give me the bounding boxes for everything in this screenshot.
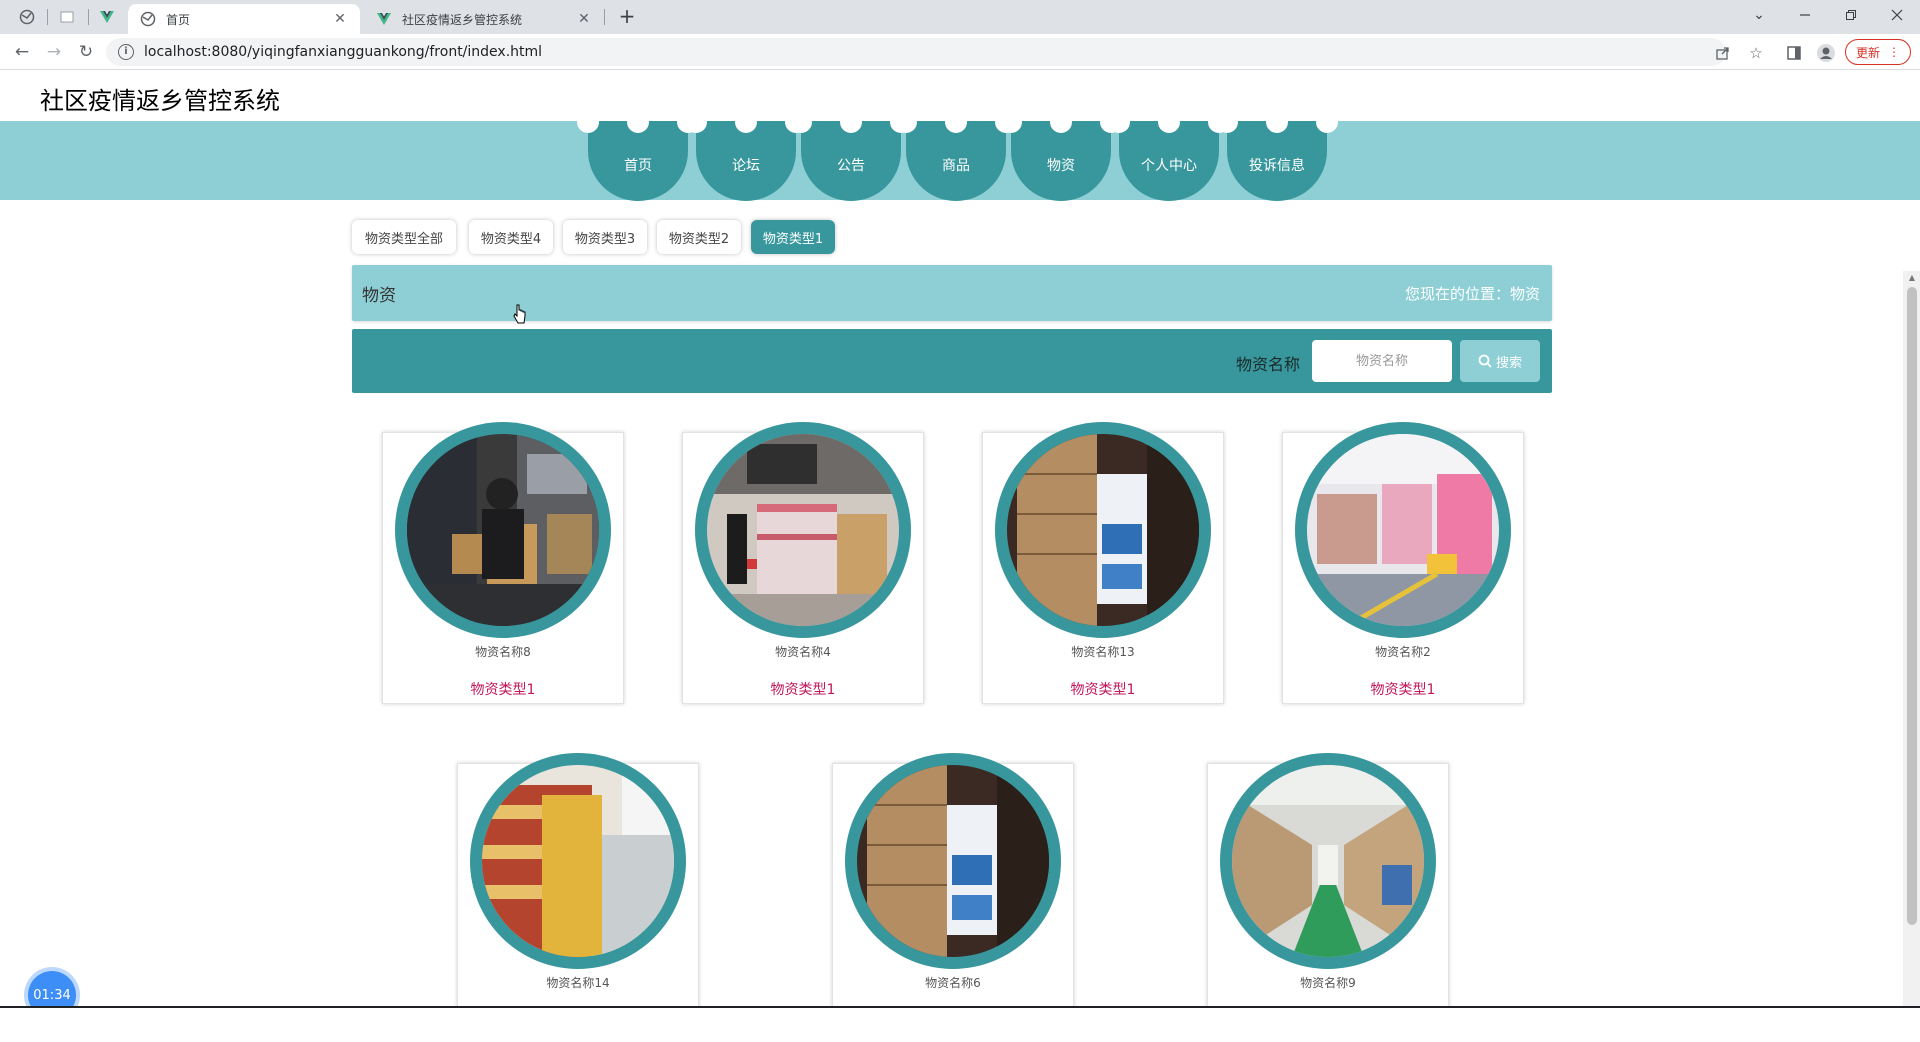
search-button-label: 搜索 xyxy=(1495,355,1522,371)
nav-label: 投诉信息 xyxy=(1249,158,1305,174)
forward-arrow-icon[interactable]: → xyxy=(42,40,66,64)
nav-label: 论坛 xyxy=(732,158,760,174)
supply-card[interactable]: 物资名称13 物资类型1 xyxy=(982,422,1224,704)
back-arrow-icon[interactable]: ← xyxy=(10,40,34,64)
tab-close-icon[interactable]: ✕ xyxy=(576,11,592,27)
supply-photo-warehouse-aisle xyxy=(1232,765,1424,957)
photo-ring xyxy=(1220,753,1436,969)
nav-label: 公告 xyxy=(837,158,865,174)
filter-type-1[interactable]: 物资类型1 xyxy=(751,220,835,254)
supply-name: 物资名称2 xyxy=(1375,645,1431,659)
address-bar[interactable]: i localhost:8080/yiqingfanxiangguankong/… xyxy=(106,38,1726,66)
current-position: 您现在的位置：物资 xyxy=(1404,285,1540,303)
reload-icon[interactable]: ↻ xyxy=(74,40,98,64)
photo-ring xyxy=(845,753,1061,969)
photo-ring xyxy=(395,422,611,638)
supply-name: 物资名称4 xyxy=(775,645,831,659)
filter-all[interactable]: 物资类型全部 xyxy=(352,220,456,254)
site-title: 社区疫情返乡管控系统 xyxy=(40,87,280,115)
breadcrumb: 物资 您现在的位置：物资 xyxy=(352,265,1552,321)
share-icon[interactable] xyxy=(1712,42,1734,64)
supply-name: 物资名称14 xyxy=(546,976,610,990)
supply-type: 物资类型1 xyxy=(470,682,536,698)
tab-title: 首页 xyxy=(166,12,191,27)
supply-card[interactable]: 物资名称4 物资类型1 xyxy=(682,422,924,704)
supply-name: 物资名称8 xyxy=(475,645,531,659)
tab-favicon-globe-icon[interactable] xyxy=(12,5,42,29)
supply-name: 物资名称13 xyxy=(1071,645,1135,659)
supply-type: 物资类型1 xyxy=(770,682,836,698)
supply-photo-unloading xyxy=(407,434,599,626)
supply-card[interactable]: 物资名称9 xyxy=(1207,753,1449,1006)
close-window-icon[interactable] xyxy=(1874,0,1920,30)
browser-tab-bar: 首页 ✕ 社区疫情返乡管控系统 ✕ + ⌄ xyxy=(0,0,1920,34)
photo-ring xyxy=(470,753,686,969)
vue-icon xyxy=(377,13,391,25)
site-info-icon[interactable]: i xyxy=(118,44,134,60)
scroll-up-arrow-icon[interactable]: ▲ xyxy=(1906,273,1918,283)
supply-type: 物资类型1 xyxy=(1070,682,1136,698)
supply-card[interactable]: 物资名称8 物资类型1 xyxy=(382,422,624,704)
section-title: 物资 xyxy=(362,286,396,306)
supply-photo-boxes-2 xyxy=(857,765,1049,957)
search-bar: 物资名称 搜索 xyxy=(352,329,1552,393)
tab-close-icon[interactable]: ✕ xyxy=(332,11,348,27)
new-tab-plus-icon[interactable]: + xyxy=(614,4,640,30)
photo-ring xyxy=(1295,422,1511,638)
tab-favicon-blank-icon[interactable] xyxy=(52,5,82,29)
tab-favicon-vue-icon[interactable] xyxy=(92,5,122,29)
supply-photo-warehouse-pink xyxy=(1307,434,1499,626)
nav-label: 物资 xyxy=(1047,158,1075,174)
tab-search-chevron-icon[interactable]: ⌄ xyxy=(1736,0,1782,30)
supply-type: 物资类型1 xyxy=(1370,682,1436,698)
filter-type-3[interactable]: 物资类型3 xyxy=(563,220,647,254)
more-vert-icon: ⋮ xyxy=(1888,45,1900,59)
photo-ring xyxy=(695,422,911,638)
supply-photo-stacked-goods xyxy=(707,434,899,626)
supply-card[interactable]: 物资名称2 物资类型1 xyxy=(1282,422,1524,704)
search-icon xyxy=(1478,354,1492,368)
supply-photo-boxes xyxy=(1007,434,1199,626)
bookmark-star-icon[interactable]: ☆ xyxy=(1745,42,1767,64)
filter-type-2[interactable]: 物资类型2 xyxy=(657,220,741,254)
search-button[interactable]: 搜索 xyxy=(1460,340,1540,382)
page-content: 社区疫情返乡管控系统 首页 论坛 公告 商品 物资 个人中心 投诉信息 物资类型… xyxy=(0,71,1920,1006)
search-input[interactable] xyxy=(1312,340,1452,382)
photo-ring xyxy=(995,422,1211,638)
tab-system[interactable]: 社区疫情返乡管控系统 ✕ xyxy=(364,4,604,34)
restore-icon[interactable] xyxy=(1828,0,1874,30)
supply-card[interactable]: 物资名称6 xyxy=(832,753,1074,1006)
profile-avatar-icon[interactable] xyxy=(1815,42,1837,64)
scrollbar-thumb[interactable] xyxy=(1907,287,1917,925)
update-label: 更新 xyxy=(1855,45,1880,60)
browser-toolbar: ← → ↻ i localhost:8080/yiqingfanxianggua… xyxy=(0,34,1920,70)
tab-home[interactable]: 首页 ✕ xyxy=(128,4,360,34)
url-text: localhost:8080/yiqingfanxiangguankong/fr… xyxy=(144,44,543,60)
globe-icon xyxy=(140,11,156,27)
mouse-pointer-icon xyxy=(513,304,526,324)
nav-label: 首页 xyxy=(624,158,652,174)
minimize-icon[interactable] xyxy=(1782,0,1828,30)
side-panel-icon[interactable] xyxy=(1783,42,1805,64)
supply-card[interactable]: 物资名称14 xyxy=(457,753,699,1006)
supply-name: 物资名称9 xyxy=(1300,976,1356,990)
tab-title: 社区疫情返乡管控系统 xyxy=(402,12,523,27)
nav-label: 个人中心 xyxy=(1141,158,1197,174)
search-label: 物资名称 xyxy=(1236,355,1301,374)
nav-label: 商品 xyxy=(942,158,970,174)
filter-type-4[interactable]: 物资类型4 xyxy=(469,220,553,254)
update-button[interactable]: 更新 ⋮ xyxy=(1845,39,1911,65)
supply-photo-rice-sacks xyxy=(482,765,674,957)
taskbar xyxy=(0,1006,1920,1042)
supply-name: 物资名称6 xyxy=(925,976,981,990)
